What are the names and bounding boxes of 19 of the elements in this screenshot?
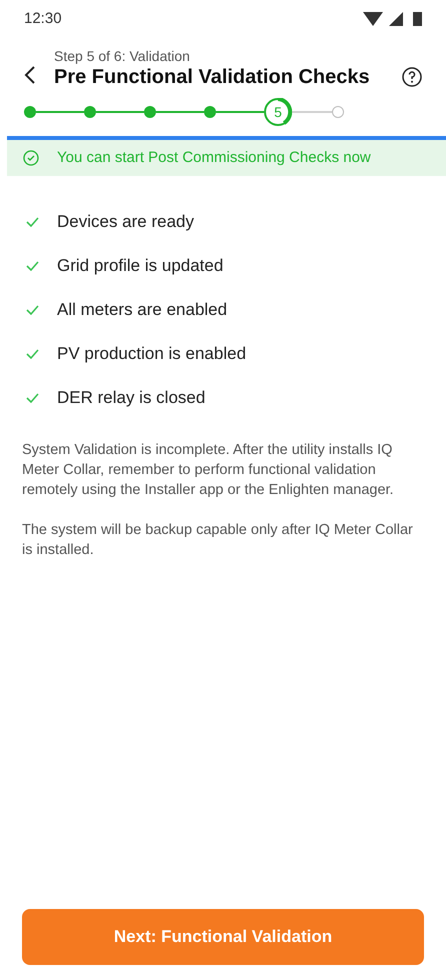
signal-icon (389, 12, 403, 26)
check-label: DER relay is closed (57, 387, 206, 410)
banner-message: You can start Post Commissioning Checks now (57, 148, 371, 168)
back-icon[interactable] (24, 65, 36, 85)
next-button[interactable]: Next: Functional Validation (22, 909, 424, 965)
page-title: Pre Functional Validation Checks (54, 65, 371, 90)
check-circle-icon (23, 150, 39, 166)
current-step-indicator: 5 (264, 98, 292, 126)
status-time: 12:30 (24, 8, 62, 29)
check-label: PV production is enabled (57, 343, 246, 366)
step-caption: Step 5 of 6: Validation (54, 48, 191, 64)
check-label: All meters are enabled (57, 299, 228, 322)
help-icon[interactable] (402, 67, 422, 87)
wifi-icon (363, 12, 383, 26)
info-paragraph: System Validation is incomplete. After the utility installs IQ Meter Collar, remember to perform functional validation remotely using the Installer app or the Enlighten manager. (22, 441, 395, 500)
check-label: Devices are ready (57, 211, 194, 234)
info-paragraph: The system will be backup capable only after IQ Meter Collar is installed. (22, 521, 414, 560)
battery-icon (413, 12, 422, 26)
check-label: Grid profile is updated (57, 255, 224, 278)
